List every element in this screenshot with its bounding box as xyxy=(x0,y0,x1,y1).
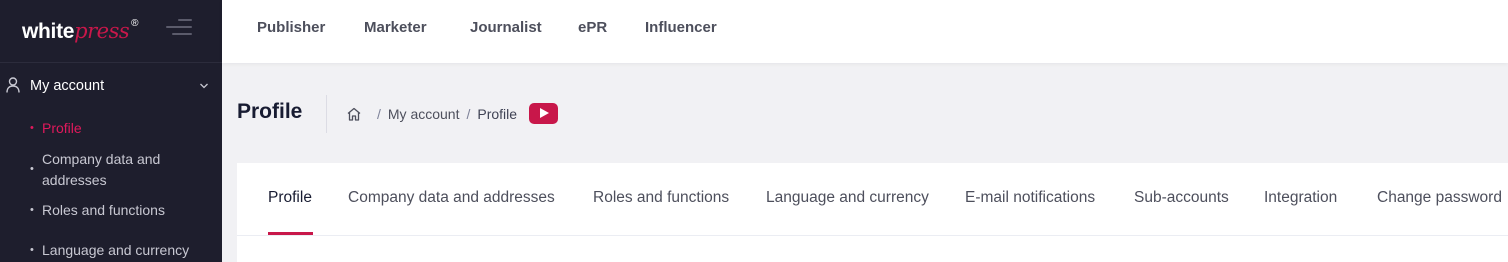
topnav-epr[interactable]: ePR xyxy=(578,19,607,36)
sidebar-section-label: My account xyxy=(30,78,105,94)
logo-text-white: white xyxy=(22,19,75,43)
tab-email-notifications[interactable]: E-mail notifications xyxy=(965,189,1095,207)
chevron-down-icon xyxy=(200,83,208,89)
tab-sub-accounts[interactable]: Sub-accounts xyxy=(1134,189,1229,207)
breadcrumb-my-account[interactable]: My account xyxy=(388,106,460,122)
brand-logo[interactable]: white press ® xyxy=(22,17,139,43)
tab-language-currency[interactable]: Language and currency xyxy=(766,189,929,207)
sidebar-item-label: Company data and addresses xyxy=(42,151,161,188)
breadcrumb: / My account / Profile xyxy=(346,104,517,124)
youtube-icon[interactable] xyxy=(529,103,558,124)
topnav-marketer[interactable]: Marketer xyxy=(364,19,427,36)
topnav-publisher[interactable]: Publisher xyxy=(257,19,325,36)
sidebar: white press ® My account • Profile • Com… xyxy=(0,0,222,262)
tab-profile[interactable]: Profile xyxy=(268,189,312,207)
sidebar-item-roles[interactable]: • Roles and functions xyxy=(30,200,202,221)
active-tab-indicator xyxy=(268,232,313,235)
tabs-card xyxy=(237,163,1508,262)
sidebar-item-language[interactable]: • Language and currency xyxy=(30,240,202,261)
tab-roles[interactable]: Roles and functions xyxy=(593,189,729,207)
sidebar-item-label: Profile xyxy=(42,120,82,136)
topnav-influencer[interactable]: Influencer xyxy=(645,19,717,36)
sidebar-item-label: Language and currency xyxy=(42,242,190,258)
menu-toggle-icon[interactable] xyxy=(166,19,192,37)
user-icon xyxy=(6,77,20,93)
tabs-divider xyxy=(237,235,1508,236)
logo-text-press: press xyxy=(74,18,130,43)
header-divider xyxy=(326,95,327,133)
breadcrumb-separator: / xyxy=(377,106,381,122)
breadcrumb-profile: Profile xyxy=(477,106,518,122)
top-navigation: Publisher Marketer Journalist ePR Influe… xyxy=(222,0,1508,63)
sidebar-item-company-data[interactable]: • Company data and addresses xyxy=(30,149,202,191)
sidebar-item-label: Roles and functions xyxy=(42,202,165,218)
tab-integration[interactable]: Integration xyxy=(1264,189,1337,207)
home-icon[interactable] xyxy=(346,106,362,122)
topnav-journalist[interactable]: Journalist xyxy=(470,19,542,36)
breadcrumb-separator: / xyxy=(466,106,471,122)
page-title: Profile xyxy=(237,100,303,123)
sidebar-section-my-account[interactable]: My account xyxy=(0,75,222,97)
tab-company-data[interactable]: Company data and addresses xyxy=(348,189,555,207)
logo-registered-mark: ® xyxy=(131,17,139,29)
tab-change-password[interactable]: Change password xyxy=(1377,189,1502,207)
sidebar-item-profile[interactable]: • Profile xyxy=(30,118,202,139)
